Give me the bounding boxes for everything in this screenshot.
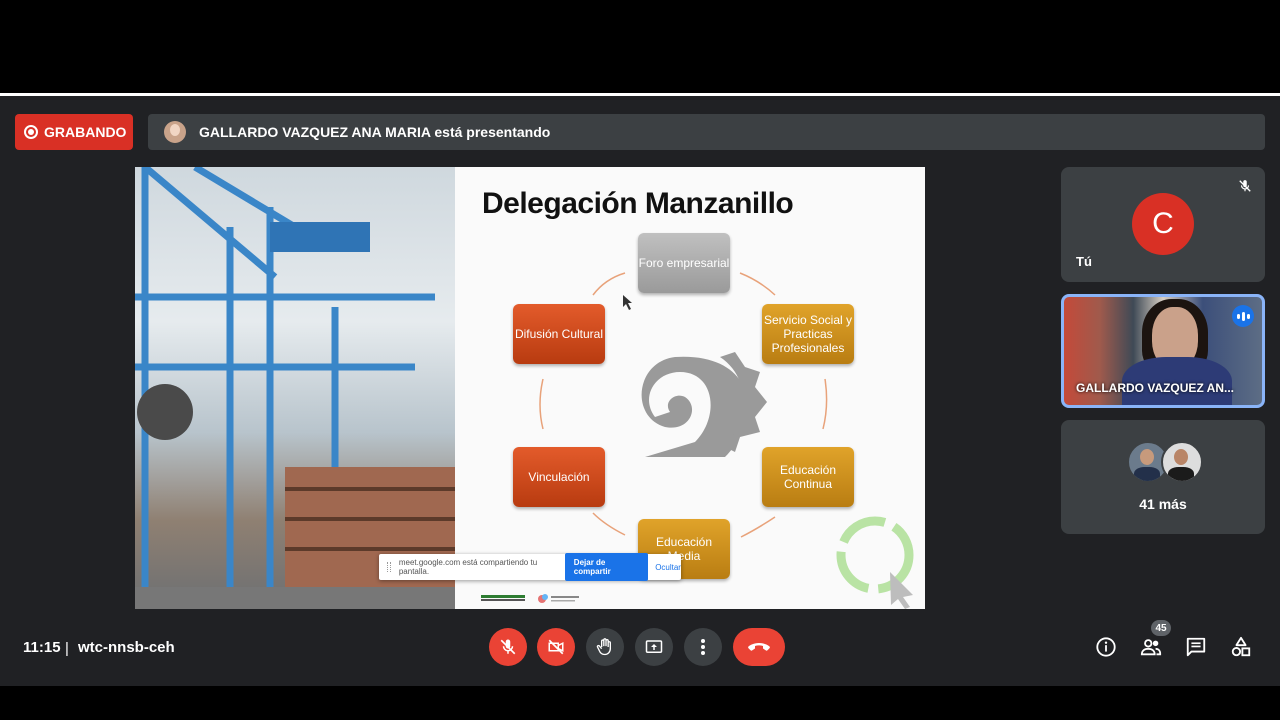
node-difusion-cultural: Difusión Cultural [513, 304, 605, 364]
chat-button[interactable] [1183, 634, 1209, 660]
camera-toggle-button[interactable] [537, 628, 575, 666]
presenter-banner: GALLARDO VAZQUEZ ANA MARIA está presenta… [148, 114, 1265, 150]
mic-toggle-button[interactable] [489, 628, 527, 666]
tile-presenter[interactable]: GALLARDO VAZQUEZ AN... [1061, 294, 1265, 408]
meeting-details-button[interactable] [1093, 634, 1119, 660]
node-vinculacion: Vinculación [513, 447, 605, 507]
node-educacion-continua: Educación Continua [762, 447, 854, 507]
meeting-code[interactable]: wtc-nnsb-ceh [78, 639, 175, 656]
presenter-banner-text: GALLARDO VAZQUEZ ANA MARIA está presenta… [199, 124, 551, 140]
record-icon [24, 125, 38, 139]
participants-button[interactable] [1138, 634, 1164, 660]
participants-count-badge: 45 [1151, 620, 1171, 636]
footer-logo-right [538, 594, 579, 603]
university-logo-icon [641, 352, 767, 457]
info-icon [1096, 637, 1116, 657]
cycle-arrows [539, 272, 914, 609]
screen-share-notice: meet.google.com está compartiendo tu pan… [379, 553, 681, 581]
share-message: meet.google.com está compartiendo tu pan… [398, 558, 538, 576]
self-avatar: C [1132, 193, 1194, 255]
meet-window: GRABANDO GALLARDO VAZQUEZ ANA MARIA está… [0, 93, 1280, 686]
drag-handle-icon[interactable] [387, 562, 391, 572]
participant-avatars [1127, 441, 1203, 483]
presenter-tile-name: GALLARDO VAZQUEZ AN... [1076, 381, 1234, 395]
mouse-cursor-icon [623, 295, 632, 310]
mic-off-icon [500, 639, 516, 655]
clock: 11:15 [23, 639, 61, 656]
leave-call-button[interactable] [733, 628, 785, 666]
presenter-avatar [164, 121, 186, 143]
node-servicio-social: Servicio Social y Practicas Profesionale… [762, 304, 854, 364]
hang-up-icon [748, 643, 770, 651]
raise-hand-button[interactable] [586, 628, 624, 666]
more-vert-icon [701, 639, 705, 655]
tile-more-participants[interactable]: 41 más [1061, 420, 1265, 534]
shared-screen: Delegación Manzanillo Foro empresarial S… [135, 167, 925, 609]
camera-off-icon [548, 639, 564, 655]
watermark-ring [836, 516, 914, 594]
speaking-indicator-icon [1232, 305, 1254, 327]
activities-button[interactable] [1228, 634, 1254, 660]
people-icon [1140, 639, 1162, 656]
recording-indicator: GRABANDO [15, 114, 133, 150]
recording-label: GRABANDO [44, 124, 127, 140]
footer-logo-left [481, 595, 525, 601]
chat-icon [1186, 637, 1206, 657]
stop-sharing-button[interactable]: Dejar de compartir [564, 553, 649, 581]
more-participants-label: 41 más [1139, 496, 1187, 512]
tile-self[interactable]: C Tú [1061, 167, 1265, 282]
slide-footer-logos [481, 593, 581, 605]
separator: | [65, 640, 69, 657]
more-options-button[interactable] [684, 628, 722, 666]
node-foro-empresarial: Foro empresarial [638, 233, 730, 293]
mic-off-icon [1239, 180, 1251, 192]
hide-button[interactable]: Ocultar [655, 563, 681, 572]
self-name: Tú [1076, 254, 1092, 269]
participant-avatar [1161, 441, 1203, 483]
hand-icon [596, 638, 611, 656]
activities-icon [1231, 636, 1251, 657]
present-screen-button[interactable] [635, 628, 673, 666]
present-icon [645, 640, 663, 653]
